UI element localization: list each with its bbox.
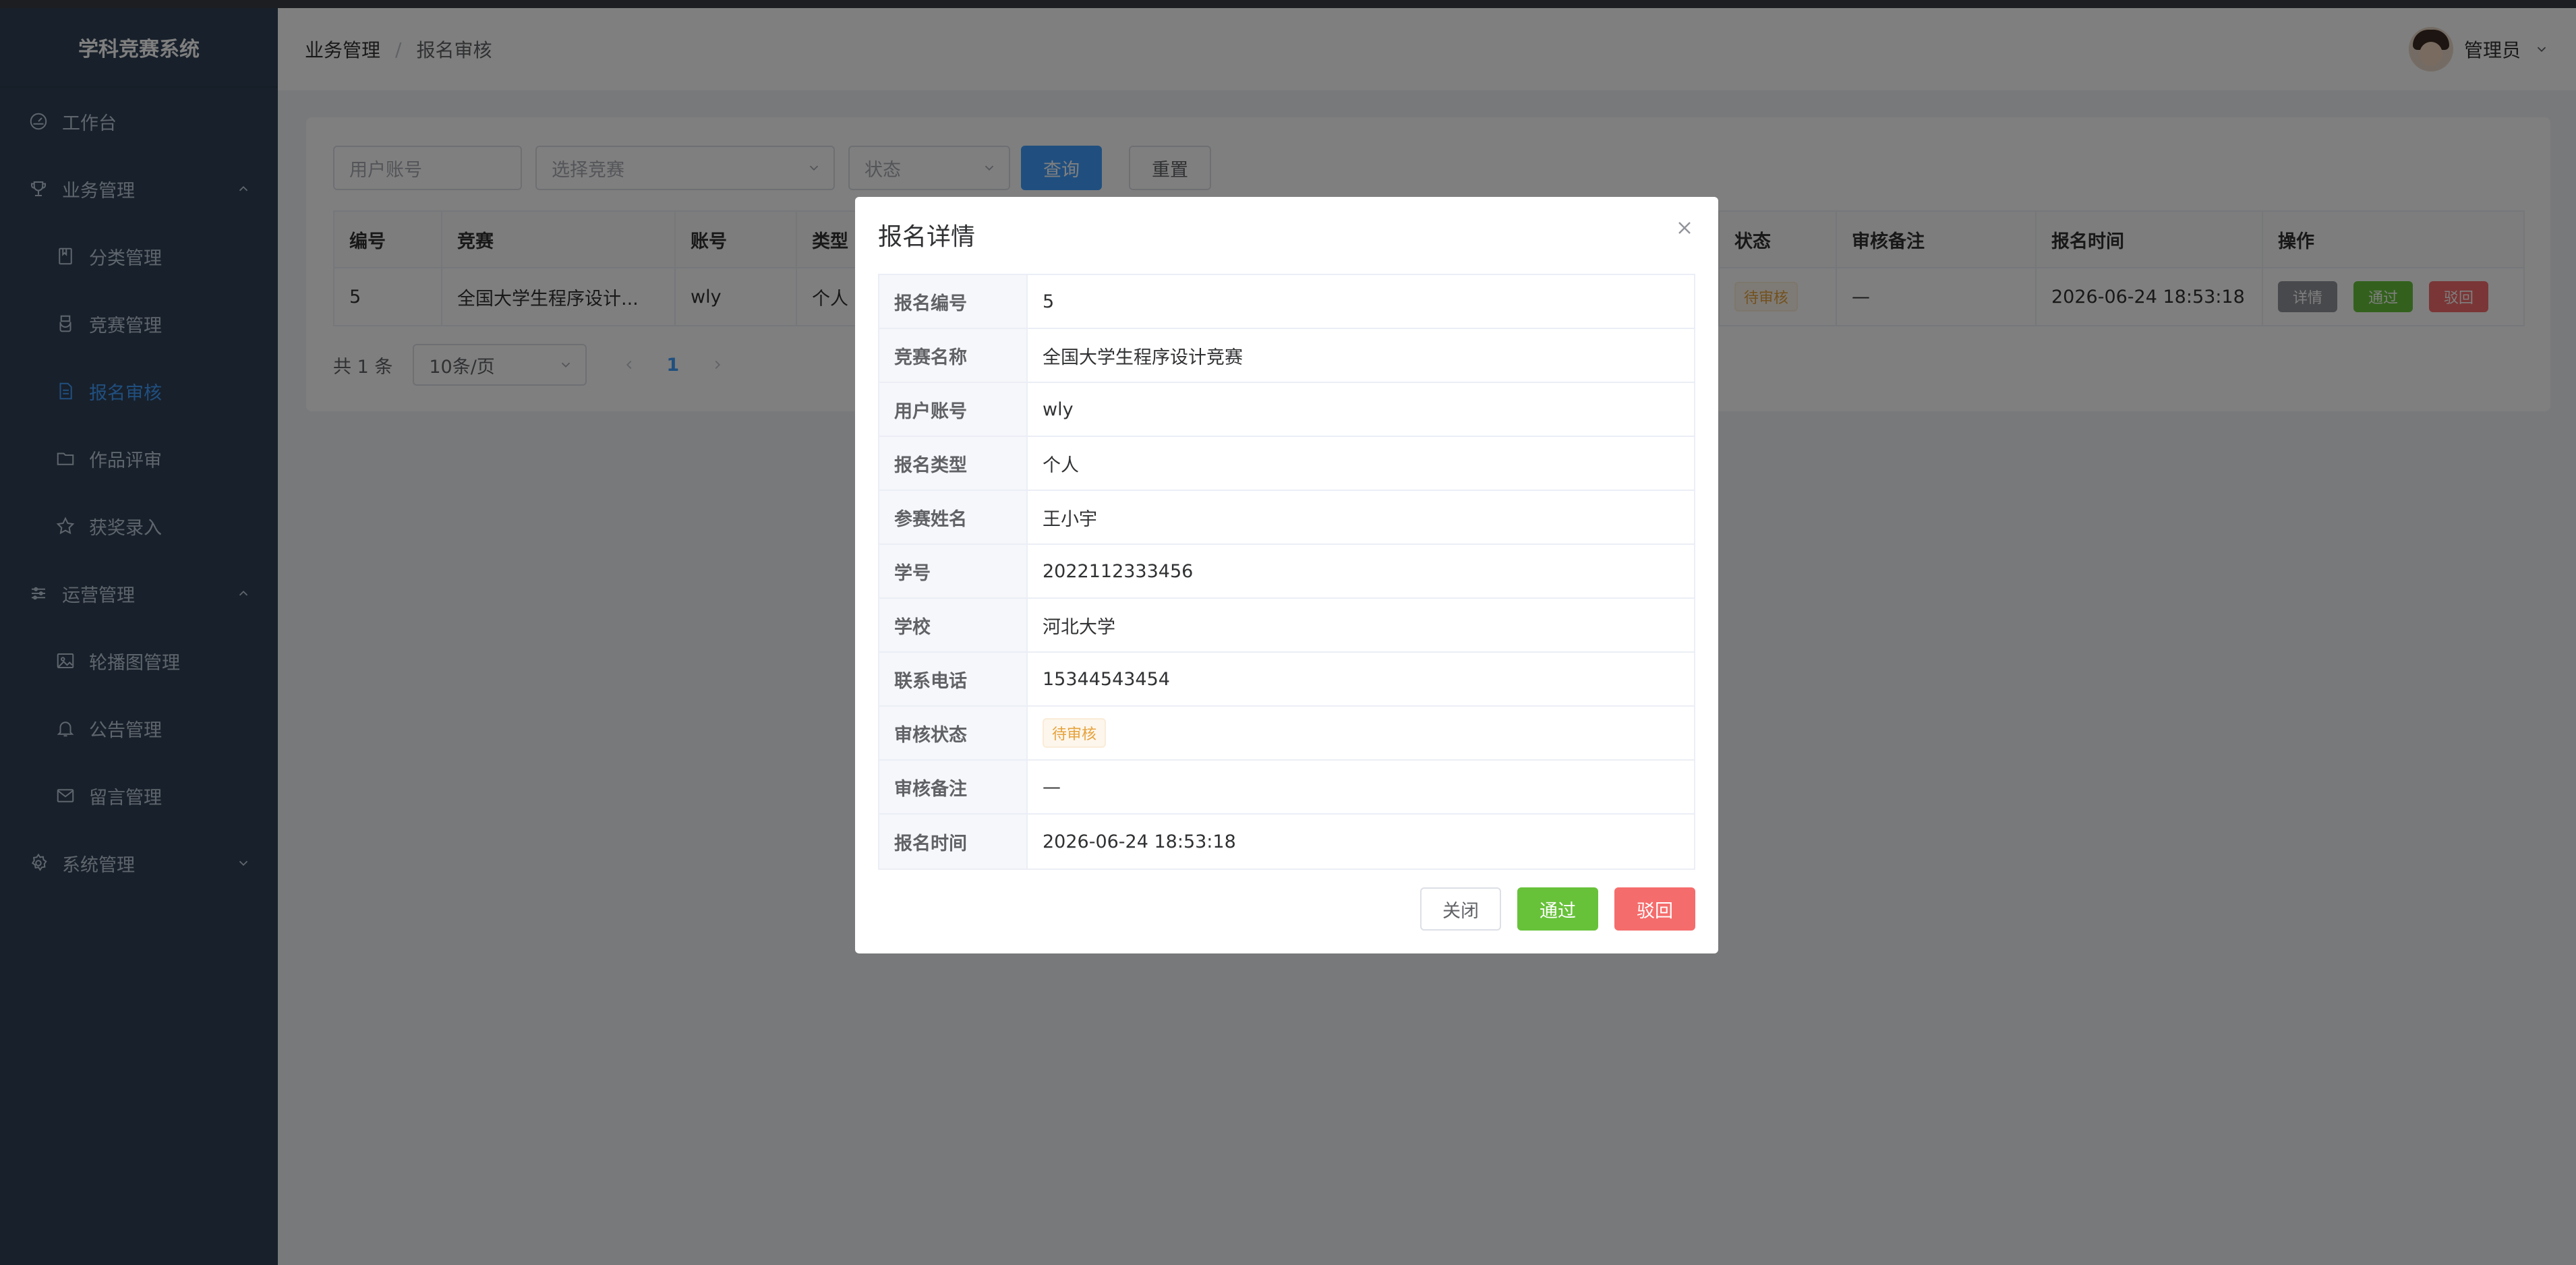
- detail-row: 竞赛名称 全国大学生程序设计竞赛: [879, 329, 1694, 383]
- detail-value: 15344543454: [1043, 668, 1170, 690]
- detail-row: 审核备注 —: [879, 761, 1694, 815]
- detail-label: 报名类型: [879, 437, 1028, 490]
- detail-row: 学号 2022112333456: [879, 545, 1694, 599]
- dialog-footer: 关闭 通过 驳回: [1404, 887, 1695, 931]
- detail-label: 学号: [879, 545, 1028, 597]
- detail-label: 审核备注: [879, 761, 1028, 813]
- detail-label: 联系电话: [879, 653, 1028, 705]
- detail-label: 用户账号: [879, 383, 1028, 436]
- detail-row: 报名时间 2026-06-24 18:53:18: [879, 815, 1694, 869]
- status-badge: 待审核: [1043, 718, 1107, 748]
- close-icon[interactable]: [1674, 217, 1695, 239]
- reject-button[interactable]: 驳回: [1614, 887, 1695, 931]
- detail-row: 报名类型 个人: [879, 437, 1694, 491]
- close-button[interactable]: 关闭: [1420, 887, 1501, 931]
- detail-label: 竞赛名称: [879, 329, 1028, 382]
- detail-label: 报名时间: [879, 815, 1028, 869]
- detail-value: 王小宇: [1043, 508, 1097, 530]
- detail-label: 审核状态: [879, 707, 1028, 759]
- detail-row: 联系电话 15344543454: [879, 653, 1694, 707]
- detail-value: wly: [1043, 399, 1074, 420]
- detail-row: 用户账号 wly: [879, 383, 1694, 437]
- detail-value: —: [1043, 776, 1061, 798]
- detail-row: 审核状态 待审核: [879, 707, 1694, 761]
- detail-row: 参赛姓名 王小宇: [879, 491, 1694, 545]
- detail-value: 2022112333456: [1043, 560, 1194, 582]
- detail-value: 2026-06-24 18:53:18: [1043, 831, 1236, 852]
- detail-value: 5: [1043, 291, 1055, 312]
- detail-value: 个人: [1043, 454, 1079, 476]
- registration-detail-dialog: 报名详情 报名编号 5 竞赛名称 全国大学生程序设计竞赛 用户账号 wly 报名…: [855, 197, 1718, 953]
- approve-button[interactable]: 通过: [1517, 887, 1598, 931]
- detail-value: 河北大学: [1043, 616, 1115, 638]
- detail-value: 待审核: [1028, 707, 1694, 759]
- dialog-title: 报名详情: [878, 223, 976, 251]
- detail-row: 学校 河北大学: [879, 599, 1694, 653]
- detail-value: 全国大学生程序设计竞赛: [1043, 347, 1243, 368]
- detail-row: 报名编号 5: [879, 275, 1694, 329]
- detail-descriptions: 报名编号 5 竞赛名称 全国大学生程序设计竞赛 用户账号 wly 报名类型 个人…: [878, 274, 1695, 870]
- detail-label: 参赛姓名: [879, 491, 1028, 543]
- detail-label: 学校: [879, 599, 1028, 651]
- detail-label: 报名编号: [879, 275, 1028, 328]
